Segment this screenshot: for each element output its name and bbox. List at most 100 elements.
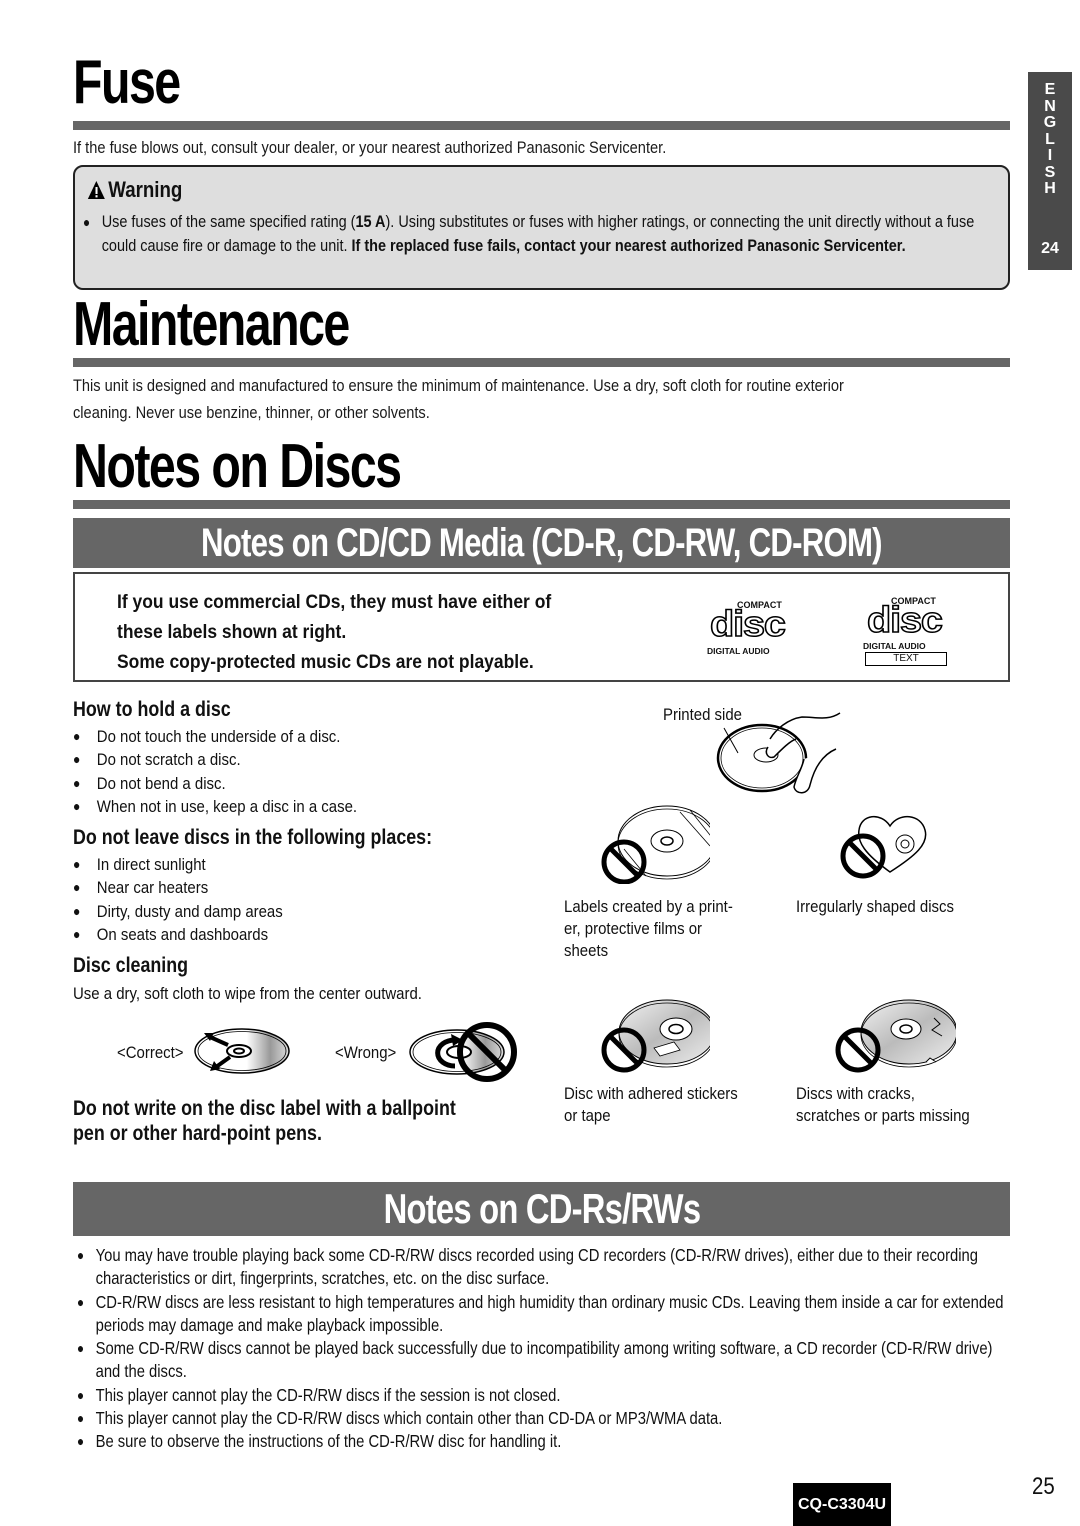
list-item-text: CD-R/RW discs are less resistant to high… — [95, 1291, 1004, 1335]
no-write-line: pen or other hard-point pens. — [73, 1122, 322, 1145]
prohibited-caption-cracks: Discs with cracks, scratches or parts mi… — [796, 1083, 970, 1127]
disc-cleaning-heading: Disc cleaning — [73, 954, 189, 977]
bullet-icon: ● — [77, 1410, 85, 1427]
list-item: ● When not in use, keep a disc in a case. — [73, 795, 601, 818]
caption-line: er, protective films or — [564, 919, 703, 938]
bullet-icon: ● — [73, 856, 81, 872]
bullet-icon: ● — [77, 1340, 85, 1357]
cdr-banner: Notes on CD-Rs/RWs — [73, 1182, 1010, 1236]
warning-text-part: Use fuses of the same specified rating ( — [101, 212, 356, 231]
heart-shaped-disc-icon — [840, 816, 927, 879]
compact-disc-digital-audio-text-logo: COMPACT disc DIGITAL AUDIO TEXT — [863, 594, 955, 674]
warning-label: Warning — [108, 177, 183, 202]
list-item-text: Do not bend a disc. — [96, 773, 226, 793]
fuse-rating: 15 A — [355, 212, 386, 231]
warning-text: ● Use fuses of the same specified rating… — [83, 210, 1001, 258]
list-item: ● Do not scratch a disc. — [73, 748, 601, 771]
warning-bold-text: If the replaced fuse fails, contact your… — [351, 236, 906, 255]
list-item-text: Near car heaters — [96, 878, 209, 898]
caption-line: or tape — [564, 1106, 611, 1125]
tab-letter: I — [1047, 147, 1053, 164]
caption-line: Irregularly shaped discs — [796, 897, 954, 916]
cdr-banner-text: Notes on CD-Rs/RWs — [383, 1185, 700, 1232]
list-item-text: This player cannot play the CD-R/RW disc… — [95, 1408, 723, 1429]
how-to-hold-heading: How to hold a disc — [73, 698, 231, 721]
cd-label-box: If you use commercial CDs, they must hav… — [73, 572, 1010, 682]
list-item-text: Dirty, dusty and damp areas — [96, 901, 283, 921]
caption-line: scratches or parts missing — [796, 1106, 970, 1125]
list-item: ● Do not bend a disc. — [73, 772, 601, 795]
bullet-icon: ● — [73, 925, 81, 942]
bullet-icon: ● — [77, 1293, 85, 1310]
bullet-icon: ● — [73, 879, 81, 896]
bullet-icon: ● — [73, 774, 81, 791]
side-tab-page-number: 24 — [1041, 240, 1059, 257]
list-item: ● Dirty, dusty and damp areas — [73, 900, 601, 923]
logo-text-box: TEXT — [865, 652, 947, 666]
list-item: ● You may have trouble playing back some … — [77, 1244, 1015, 1291]
prohibited-caption-printer-labels: Labels created by a print- er, protectiv… — [564, 896, 733, 962]
section-rule — [73, 500, 1010, 509]
bullet-icon: ● — [77, 1433, 85, 1450]
list-item: ● Do not touch the underside of a disc. — [73, 725, 601, 748]
bullet-icon: ● — [73, 902, 81, 919]
section-rule — [73, 121, 1010, 130]
list-item: ● This player cannot play the CD-R/RW dis… — [77, 1384, 1015, 1407]
list-item: ● Some CD-R/RW discs cannot be played bac… — [77, 1337, 1015, 1384]
tab-letter: N — [1044, 97, 1056, 115]
disc-mark: disc — [866, 599, 944, 641]
list-item-text: Some CD-R/RW discs cannot be played back… — [95, 1338, 993, 1382]
section-rule — [73, 358, 1010, 367]
language-side-tab: E N G L I S H 24 — [1028, 72, 1072, 270]
tab-letter: H — [1044, 180, 1056, 197]
prohibited-caption-stickers: Disc with adhered stickers or tape — [564, 1083, 738, 1127]
bullet-icon: ● — [77, 1386, 85, 1403]
do-not-leave-list: ● In direct sunlight ● Near car heaters ● D… — [73, 853, 601, 946]
cd-label-line: these labels shown at right. — [117, 622, 347, 643]
bullet-icon: ● — [83, 214, 91, 230]
logo-bottom-text: DIGITAL AUDIO — [707, 646, 770, 656]
tab-letter: E — [1044, 81, 1056, 98]
list-item: ● On seats and dashboards — [73, 923, 601, 946]
tab-letter: L — [1045, 130, 1055, 148]
warning-title: Warning — [87, 177, 182, 203]
fuse-title: Fuse — [73, 48, 181, 117]
list-item-text: When not in use, keep a disc in a case. — [96, 796, 358, 816]
list-item: ● Be sure to observe the instructions of … — [77, 1430, 1015, 1453]
cd-label-line: If you use commercial CDs, they must hav… — [117, 592, 552, 613]
cd-media-banner-text: Notes on CD/CD Media (CD-R, CD-RW, CD-RO… — [201, 521, 883, 565]
bullet-icon: ● — [73, 751, 81, 768]
tab-letter: G — [1043, 114, 1057, 131]
disc-cleaning-text: Use a dry, soft cloth to wipe from the c… — [73, 984, 422, 1003]
bullet-icon: ● — [77, 1247, 85, 1263]
cd-label-line: Some copy-protected music CDs are not pl… — [117, 652, 534, 673]
correct-label: <Correct> — [117, 1043, 184, 1062]
disc-mark: disc — [709, 603, 787, 645]
maintenance-title: Maintenance — [73, 290, 350, 359]
bullet-icon: ● — [73, 728, 81, 744]
hand-holding-disc-icon — [716, 712, 841, 794]
list-item: ● CD-R/RW discs are less resistant to hig… — [77, 1291, 1015, 1338]
fuse-intro: If the fuse blows out, consult your deal… — [73, 138, 667, 157]
no-write-line: Do not write on the disc label with a ba… — [73, 1097, 456, 1120]
cd-media-banner: Notes on CD/CD Media (CD-R, CD-RW, CD-RO… — [73, 518, 1010, 568]
list-item-text: This player cannot play the CD-R/RW disc… — [95, 1384, 561, 1405]
how-to-hold-list: ● Do not touch the underside of a disc. ●… — [73, 725, 601, 818]
maintenance-line-2: cleaning. Never use benzine, thinner, or… — [73, 403, 430, 422]
maintenance-line-1: This unit is designed and manufactured t… — [73, 376, 844, 395]
printer-label-disc-icon — [601, 805, 710, 884]
caption-line: Disc with adhered stickers — [564, 1084, 738, 1103]
logo-bottom-text: DIGITAL AUDIO — [863, 641, 926, 651]
model-badge: CQ-C3304U — [793, 1483, 891, 1526]
list-item-text: Do not scratch a disc. — [96, 750, 241, 770]
list-item-text: Do not touch the underside of a disc. — [96, 727, 341, 746]
language-letters: E N G L I S H — [1028, 72, 1072, 198]
cd-label-text: If you use commercial CDs, they must hav… — [117, 588, 551, 678]
warning-box: Warning ● Use fuses of the same specifie… — [73, 165, 1010, 290]
list-item-text: Be sure to observe the instructions of t… — [95, 1431, 562, 1452]
warning-triangle-icon — [87, 181, 105, 199]
cracked-disc-icon — [835, 999, 956, 1073]
wrong-cleaning-disc-icon — [409, 1022, 517, 1082]
list-item: ● This player cannot play the CD-R/RW dis… — [77, 1407, 1015, 1430]
no-write-warning: Do not write on the disc label with a ba… — [73, 1096, 456, 1146]
